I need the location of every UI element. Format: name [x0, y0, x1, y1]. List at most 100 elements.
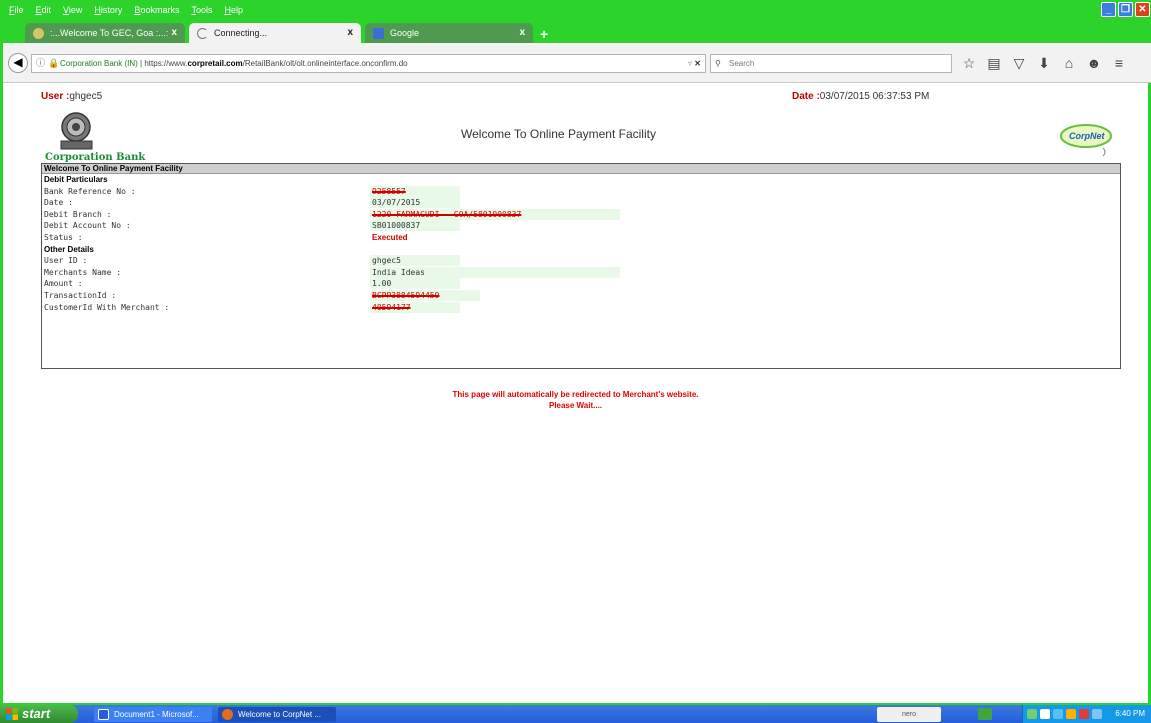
- address-bar[interactable]: ⓘ 🔒 Corporation Bank (IN) | https://www.…: [31, 54, 706, 73]
- url-prefix: https://www.: [144, 59, 188, 68]
- tab-close-icon[interactable]: x: [519, 27, 525, 38]
- detail-row: Amount : 1.00: [42, 278, 1120, 290]
- tray-update-icon[interactable]: [1092, 709, 1102, 719]
- detail-value: India Ideas: [370, 266, 620, 278]
- bookmark-star-icon[interactable]: ☆: [961, 55, 977, 72]
- start-label: start: [22, 706, 51, 721]
- menu-tools[interactable]: Tools: [191, 5, 212, 15]
- chat-icon[interactable]: ☻: [1086, 55, 1102, 72]
- detail-label: Merchants Name :: [44, 267, 122, 277]
- clock[interactable]: 6:40 PM: [1115, 705, 1145, 723]
- tab-label: Google: [390, 28, 420, 38]
- loading-spinner-icon: [197, 27, 208, 39]
- panel-title: Welcome To Online Payment Facility: [42, 164, 1120, 174]
- menu-view[interactable]: View: [63, 5, 82, 15]
- tray-alert-icon[interactable]: [1079, 709, 1089, 719]
- menu-history[interactable]: History: [94, 5, 122, 15]
- toolbar-icons: ☆ ▤ ▽ ⬇ ⌂ ☻ ≡: [961, 55, 1127, 72]
- tab-connecting[interactable]: Connecting... x: [189, 23, 361, 43]
- menu-help[interactable]: Help: [224, 5, 243, 15]
- detail-value: 9258557: [370, 185, 460, 197]
- tray-volume-icon[interactable]: [1066, 709, 1076, 719]
- close-window-button[interactable]: ✕: [1135, 2, 1150, 17]
- tray-shield-icon[interactable]: [1027, 709, 1037, 719]
- reading-list-icon[interactable]: ▤: [986, 55, 1002, 72]
- nero-toolbar[interactable]: nero: [877, 707, 941, 722]
- tab-google[interactable]: Google x: [365, 23, 533, 43]
- detail-label: User ID :: [44, 256, 88, 266]
- detail-row: Status : Executed: [42, 232, 1120, 244]
- taskbar-task-word[interactable]: Document1 - Microsof...: [94, 707, 212, 722]
- taskbar-task-firefox[interactable]: Welcome to CorpNet ...: [218, 707, 336, 722]
- maximize-button[interactable]: ❐: [1118, 2, 1133, 17]
- tray-search-icon[interactable]: [1040, 709, 1050, 719]
- detail-value: 03/07/2015: [370, 197, 460, 209]
- stop-icon[interactable]: ✕: [694, 59, 701, 68]
- url-actions: ▿ ✕: [688, 55, 701, 72]
- redirect-line-2: Please Wait....: [548, 401, 603, 410]
- date-info: Date :03/07/2015 06:37:53 PM: [792, 91, 929, 102]
- detail-row: TransactionId : BCPP3884594459: [42, 289, 1120, 302]
- menu-edit[interactable]: Edit: [36, 5, 52, 15]
- corpnet-logo-icon: CorpNet: [1060, 124, 1112, 157]
- user-value: ghgec5: [69, 91, 103, 102]
- detail-value: SB01000837: [370, 220, 460, 232]
- url-path: /RetailBank/olt/olt.onlineinterface.onco…: [242, 59, 408, 68]
- other-section-header: Other Details: [44, 244, 94, 254]
- detail-value: ghgec5: [370, 255, 460, 267]
- detail-row: Date : 03/07/2015: [42, 197, 1120, 209]
- pocket-icon[interactable]: ▽: [1011, 55, 1027, 72]
- browser-window: File Edit View History Bookmarks Tools H…: [0, 0, 1151, 705]
- network-arrow-icon[interactable]: [978, 708, 992, 720]
- detail-value: 1.00: [370, 278, 460, 290]
- url-host: corpretail.com: [187, 59, 243, 68]
- window-controls: _ ❐ ✕: [1101, 2, 1150, 17]
- detail-row: Merchants Name : India Ideas: [42, 266, 1120, 279]
- info-icon[interactable]: ⓘ: [36, 55, 45, 72]
- detail-label: Date :: [44, 198, 73, 208]
- start-button[interactable]: start: [0, 705, 78, 723]
- detail-row: Debit Account No : SB01000837: [42, 220, 1120, 232]
- downloads-icon[interactable]: ⬇: [1036, 55, 1052, 72]
- menu-hamburger-icon[interactable]: ≡: [1111, 55, 1127, 72]
- menu-file[interactable]: File: [9, 5, 24, 15]
- windows-flag-icon: [6, 708, 18, 720]
- home-icon[interactable]: ⌂: [1061, 55, 1077, 72]
- status-value: Executed: [372, 232, 408, 242]
- tab-bar: :...Welcome To GEC, Goa :...: x Connecti…: [3, 19, 1151, 43]
- minimize-button[interactable]: _: [1101, 2, 1116, 17]
- tab-label: :...Welcome To GEC, Goa :...:: [50, 28, 169, 38]
- corporation-bank-emblem-icon: [60, 112, 93, 150]
- detail-label: Bank Reference No :: [44, 186, 136, 196]
- tray-network-icon[interactable]: [1053, 709, 1063, 719]
- tab-close-icon[interactable]: x: [171, 27, 177, 38]
- back-button[interactable]: ◀: [8, 53, 28, 73]
- task-label: Document1 - Microsof...: [114, 710, 199, 719]
- detail-label: Status :: [44, 232, 83, 242]
- date-value: 03/07/2015 06:37:53 PM: [819, 91, 930, 102]
- debit-section-header: Debit Particulars: [44, 175, 108, 184]
- dropdown-arrow-icon[interactable]: ▿: [688, 59, 692, 68]
- search-input[interactable]: ⚲ Search: [710, 54, 952, 73]
- detail-label: Debit Branch :: [44, 209, 112, 219]
- lock-icon: 🔒: [48, 58, 60, 68]
- new-tab-button[interactable]: +: [540, 26, 548, 42]
- navigation-bar: ◀ ⓘ 🔒 Corporation Bank (IN) | https://ww…: [3, 43, 1151, 83]
- menu-bookmarks[interactable]: Bookmarks: [134, 5, 179, 15]
- search-placeholder: Search: [729, 59, 755, 68]
- bank-name: Corporation Bank: [45, 152, 146, 163]
- tab-label: Connecting...: [214, 28, 268, 38]
- user-label: User :: [41, 91, 70, 102]
- detail-row: Bank Reference No : 9258557: [42, 185, 1120, 198]
- firefox-icon: [222, 709, 233, 720]
- user-info: User :ghgec5: [41, 91, 102, 102]
- detail-value: 1220-FARMAGUDI - GOA/5801000837: [370, 208, 620, 220]
- task-label: Welcome to CorpNet ...: [238, 710, 321, 719]
- tab-close-icon[interactable]: x: [347, 27, 353, 38]
- page-content: User :ghgec5 Date :03/07/2015 06:37:53 P…: [3, 84, 1148, 703]
- gec-favicon-icon: [33, 27, 44, 39]
- detail-row: CustomerId With Merchant : 40594177: [42, 301, 1120, 314]
- taskbar: start Document1 - Microsof... Welcome to…: [0, 705, 1151, 723]
- tab-gec[interactable]: :...Welcome To GEC, Goa :...: x: [25, 23, 185, 43]
- corpnet-logo-text: CorpNet: [1069, 131, 1106, 141]
